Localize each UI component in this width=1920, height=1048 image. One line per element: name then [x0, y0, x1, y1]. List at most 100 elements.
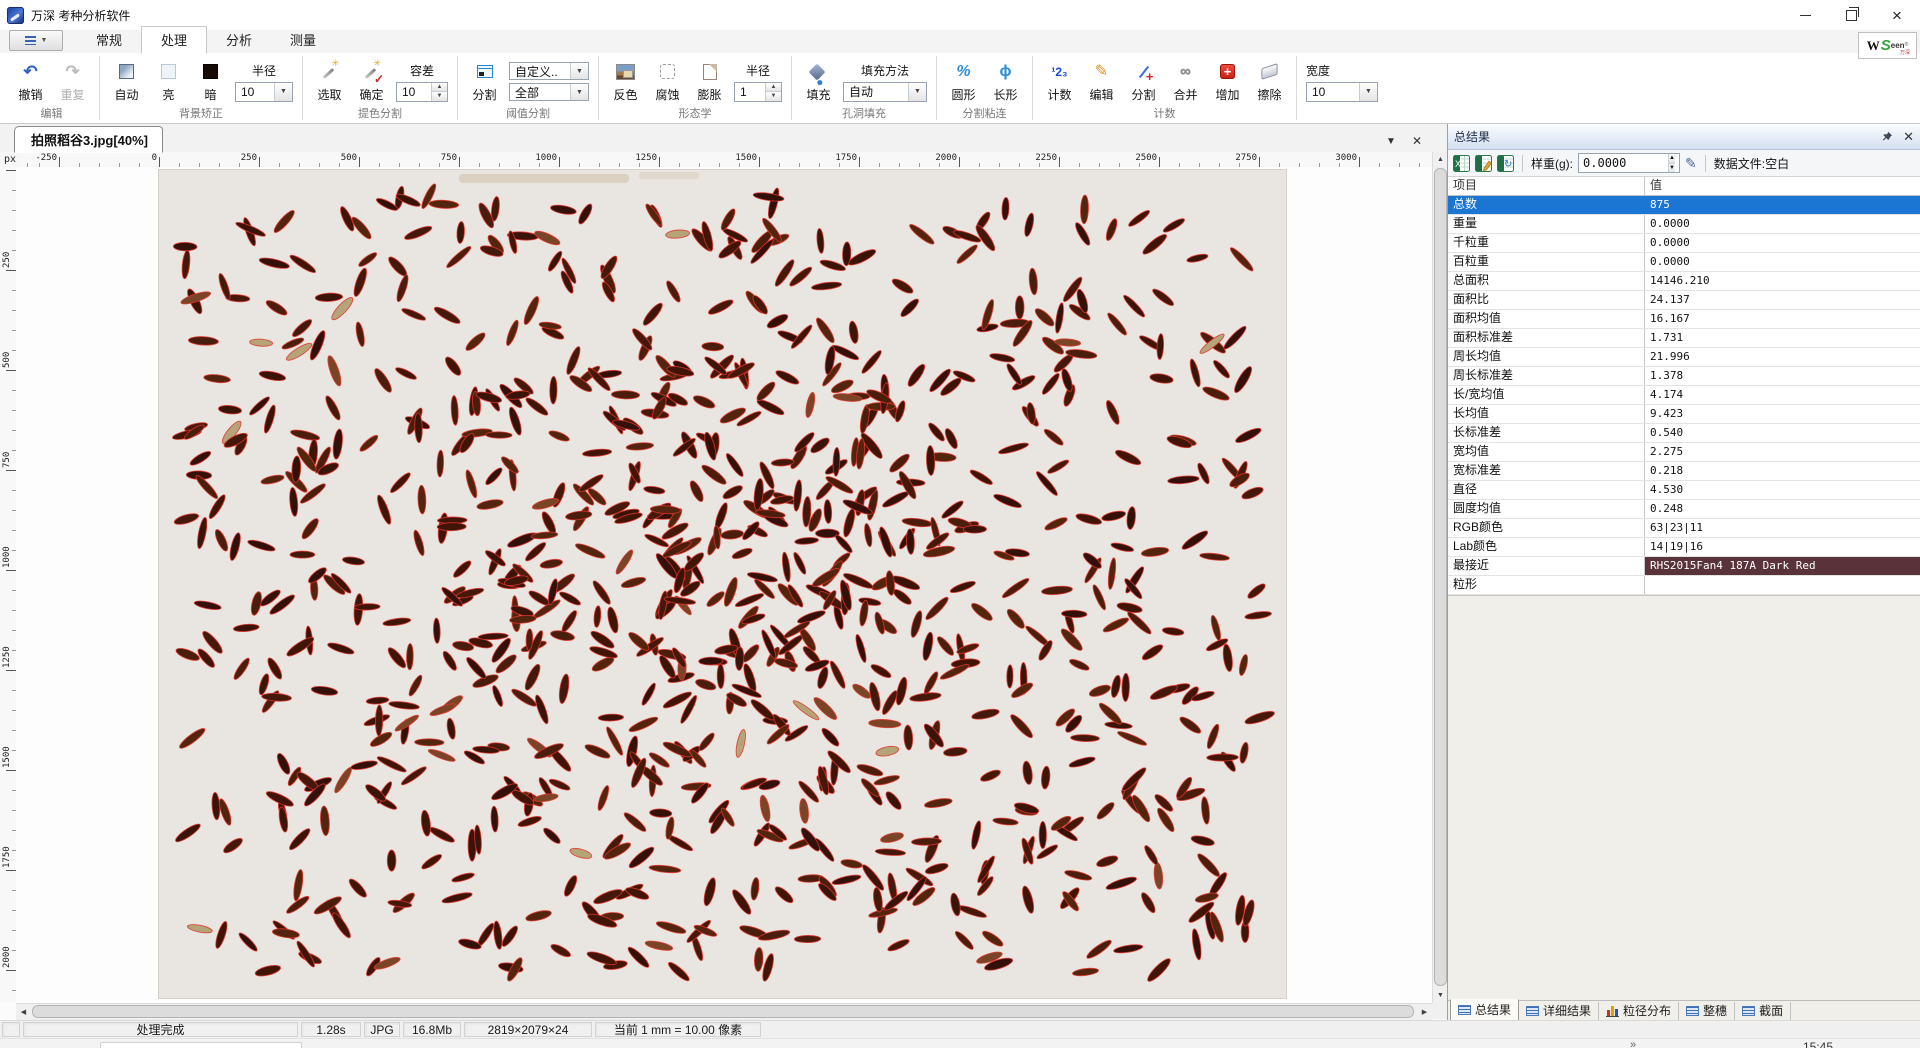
result-row[interactable]: 面积比24.137 [1448, 291, 1920, 310]
result-row[interactable]: 重量0.0000 [1448, 215, 1920, 234]
split-button[interactable]: 分割 [1124, 60, 1163, 104]
specimen-image[interactable] [159, 170, 1286, 998]
vertical-ruler: 25050075010001250150017502000 [0, 167, 17, 1003]
invert-button[interactable]: 反色 [606, 60, 645, 104]
dark-button[interactable]: 暗 [191, 60, 230, 104]
results-tab[interactable]: 详细结果 [1519, 1002, 1599, 1020]
threshold-mode-combo[interactable]: 自定义..▼ [509, 62, 589, 80]
panel-title: 总结果 [1454, 128, 1490, 145]
result-row[interactable]: 长/宽均值4.174 [1448, 386, 1920, 405]
close-button[interactable]: × [1874, 0, 1920, 30]
app-menu-button[interactable]: ▼ [9, 30, 63, 51]
result-row[interactable]: 粒形 [1448, 576, 1920, 595]
fill-button[interactable]: 填充 [799, 60, 838, 104]
result-row[interactable]: 总面积14146.210 [1448, 272, 1920, 291]
horizontal-scrollbar[interactable]: ◀ ▶ [16, 1003, 1432, 1020]
refresh-excel-icon[interactable]: ↻ [1497, 155, 1514, 172]
dilate-button[interactable]: 膨胀 [690, 60, 729, 104]
result-row[interactable]: RGB颜色63|23|11 [1448, 519, 1920, 538]
tab-celiang[interactable]: 测量 [271, 27, 335, 53]
threshold-split-button[interactable]: 分割 [465, 60, 504, 104]
result-row[interactable]: 长均值9.423 [1448, 405, 1920, 424]
tab-chuli[interactable]: 处理 [141, 26, 207, 54]
tray-overflow-chevron[interactable]: » [1630, 1039, 1636, 1048]
result-row[interactable]: 总数875 [1448, 196, 1920, 215]
undo-icon: ↶ [20, 61, 42, 83]
minimize-icon [1800, 15, 1811, 16]
add-button[interactable]: 增加 [1208, 60, 1247, 104]
weigh-pen-icon[interactable]: ✎ [1685, 155, 1697, 172]
count-button[interactable]: ¹2₃计数 [1040, 60, 1079, 104]
panel-close-icon[interactable]: ✕ [1903, 129, 1914, 145]
result-row[interactable]: 千粒重0.0000 [1448, 234, 1920, 253]
eraser-icon [1261, 63, 1277, 80]
result-row[interactable]: 圆度均值0.248 [1448, 500, 1920, 519]
rice-grains-overlay [159, 170, 1286, 998]
result-row[interactable]: 百粒重0.0000 [1448, 253, 1920, 272]
undo-button[interactable]: ↶撤销 [11, 60, 50, 104]
result-row[interactable]: 宽均值2.275 [1448, 443, 1920, 462]
minimize-button[interactable] [1782, 0, 1828, 30]
result-row[interactable]: 长标准差0.540 [1448, 424, 1920, 443]
pick-button[interactable]: 选取 [310, 60, 349, 104]
horizontal-scroll-thumb[interactable] [32, 1005, 1414, 1018]
redo-button[interactable]: ↷重复 [53, 60, 92, 104]
spinner-arrows[interactable]: ▲▼ [1664, 154, 1679, 172]
taskbar-search-box[interactable] [100, 1042, 302, 1048]
long-split-icon: ϕ [995, 61, 1017, 83]
result-row[interactable]: 面积标准差1.731 [1448, 329, 1920, 348]
circle-split-button[interactable]: %圆形 [944, 60, 983, 104]
spinner-arrows[interactable]: ▲▼ [765, 83, 781, 101]
merge-button[interactable]: ∞合并 [1166, 60, 1205, 104]
results-tab[interactable]: 整穗 [1679, 1002, 1735, 1020]
results-tab-strip: 总结果详细结果粒径分布整穗截面 [1448, 1000, 1920, 1020]
result-row[interactable]: Lab颜色14|19|16 [1448, 538, 1920, 557]
group-caption: 提色分割 [310, 107, 450, 123]
document-tab[interactable]: 拍照稻谷3.jpg[40%] [14, 126, 163, 153]
tab-changgui[interactable]: 常规 [77, 27, 141, 53]
result-row[interactable]: 宽标准差0.218 [1448, 462, 1920, 481]
results-tab[interactable]: 总结果 [1450, 999, 1519, 1021]
group-caption: 背景矫正 [107, 107, 295, 123]
result-row[interactable]: 周长均值21.996 [1448, 348, 1920, 367]
result-row[interactable]: 周长标准差1.378 [1448, 367, 1920, 386]
width-combo[interactable]: 10▼ [1306, 82, 1378, 102]
scroll-up-icon[interactable]: ▲ [1433, 152, 1448, 167]
edit-button[interactable]: ✎编辑 [1082, 60, 1121, 104]
long-split-button[interactable]: ϕ长形 [986, 60, 1025, 104]
spinner-arrows[interactable]: ▲▼ [431, 83, 447, 101]
threshold-scope-combo[interactable]: 全部▼ [509, 83, 589, 101]
radius-combo[interactable]: 10▼ [235, 82, 293, 102]
scroll-left-icon[interactable]: ◀ [16, 1004, 31, 1019]
result-row[interactable]: 最接近RHS2015Fan4 187A Dark Red [1448, 557, 1920, 576]
scroll-down-icon[interactable]: ▼ [1433, 988, 1448, 1003]
result-row[interactable]: 面积均值16.167 [1448, 310, 1920, 329]
erase-button[interactable]: 擦除 [1250, 60, 1289, 104]
results-tab[interactable]: 截面 [1735, 1002, 1791, 1020]
tab-list-dropdown-icon[interactable]: ▼ [1383, 133, 1399, 149]
edit-excel-icon[interactable] [1475, 155, 1492, 172]
results-tab[interactable]: 粒径分布 [1599, 1002, 1679, 1020]
vertical-scrollbar[interactable]: ▲ ▼ [1432, 152, 1448, 1003]
vertical-scroll-thumb[interactable] [1434, 168, 1447, 986]
bright-button[interactable]: 亮 [149, 60, 188, 104]
sample-weight-spinner[interactable]: 0.0000 ▲▼ [1578, 153, 1680, 173]
morph-radius-spinner[interactable]: 1▲▼ [734, 82, 782, 102]
tab-close-icon[interactable]: ✕ [1409, 133, 1425, 149]
ribbon-group-morphology: 反色 腐蚀 膨胀 半径 1▲▼ 形态学 [599, 53, 791, 123]
fill-method-combo[interactable]: 自动▼ [843, 82, 927, 102]
pin-icon[interactable] [1882, 131, 1893, 142]
export-excel-icon[interactable]: X [1453, 155, 1470, 172]
app-logo-icon [7, 7, 24, 24]
image-canvas[interactable] [16, 167, 1432, 1003]
tolerance-spinner[interactable]: 10▲▼ [396, 82, 448, 102]
group-caption: 分割粘连 [944, 107, 1025, 123]
chevron-down-icon: ▼ [570, 63, 588, 79]
result-row[interactable]: 直径4.530 [1448, 481, 1920, 500]
confirm-button[interactable]: ✓确定 [352, 60, 391, 104]
tab-fenxi[interactable]: 分析 [207, 27, 271, 53]
auto-button[interactable]: 自动 [107, 60, 146, 104]
erode-button[interactable]: 腐蚀 [648, 60, 687, 104]
restore-button[interactable] [1828, 0, 1874, 30]
scroll-right-icon[interactable]: ▶ [1417, 1004, 1432, 1019]
